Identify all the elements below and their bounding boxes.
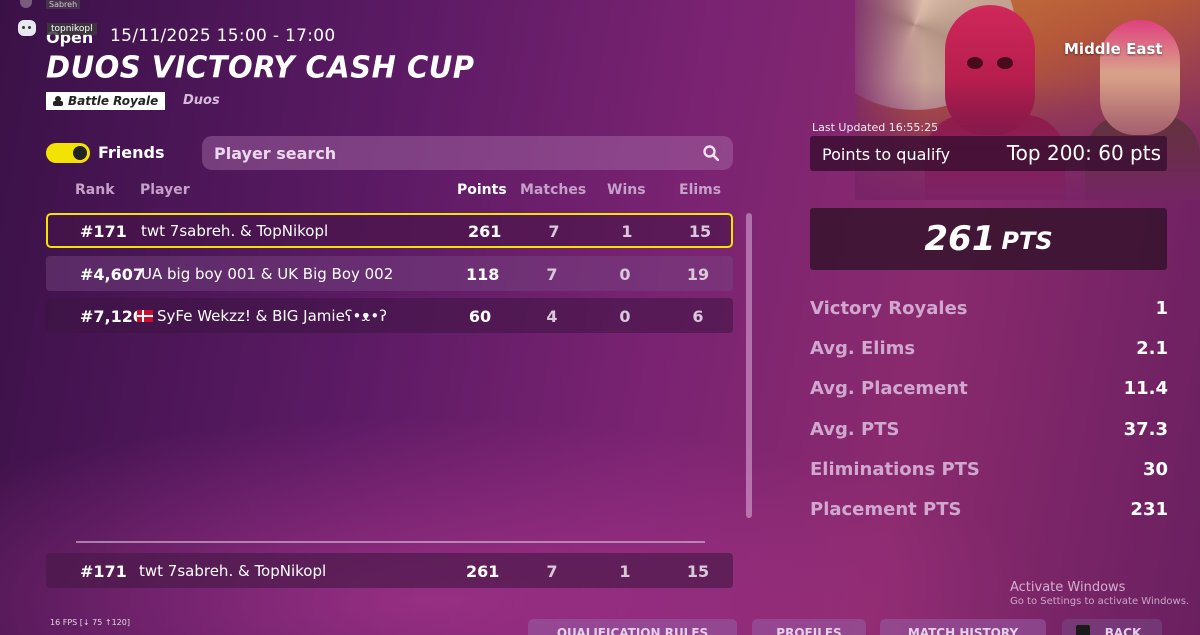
discord-icon[interactable] [18,20,36,36]
row-rank: #171 [80,222,127,241]
row-player: twt 7sabreh. & TopNikopl [141,222,329,240]
column-points: Points [457,182,507,198]
row-player: UA big boy 001 & UK Big Boy 002 [141,265,394,283]
stat-label: Placement PTS [810,499,962,520]
back-button[interactable]: BACK [1062,619,1162,635]
row-elims: 6 [692,307,704,326]
esc-key-icon [1076,625,1090,635]
search-placeholder: Player search [214,143,337,163]
my-row-wins: 1 [619,562,631,581]
row-wins: 0 [619,307,631,326]
overlay-avatar-icon [20,0,32,8]
discord-tooltip: topnikopl [47,23,97,35]
fps-counter: 16 FPS [↓ 75 ↑120] [50,618,130,627]
stat-label: Eliminations PTS [810,459,980,480]
row-matches: 4 [546,307,558,326]
stat-label: Avg. Placement [810,378,968,399]
my-row-rank: #171 [80,562,127,581]
stat-value: 231 [1130,499,1168,520]
denmark-flag-icon [137,310,153,322]
total-points-box: 261 PTS [810,208,1167,270]
event-title: DUOS VICTORY CASH CUP [46,49,475,85]
row-elims: 19 [686,265,710,284]
qualify-box: Points to qualify Top 200: 60 pts [810,136,1167,171]
row-matches: 7 [548,222,560,241]
column-rank: Rank [75,182,115,198]
leaderboard-row-highlighted[interactable]: #171 twt 7sabreh. & TopNikopl 261 7 1 15 [46,213,733,248]
leaderboard-row[interactable]: #7,120 SyFe Wekzz! & BIG Jamieʕ•ᴥ•ʔ 60 4… [46,298,733,333]
friends-toggle[interactable] [46,143,90,163]
stat-label: Victory Royales [810,298,968,319]
stat-value: 11.4 [1123,378,1168,399]
row-points: 261 [468,222,502,241]
my-row-elims: 15 [686,562,710,581]
row-matches: 7 [546,265,558,284]
qualify-label: Points to qualify [822,145,951,164]
stat-label: Avg. PTS [810,419,900,440]
mode-label: Battle Royale [68,94,159,108]
my-team-row[interactable]: #171 twt 7sabreh. & TopNikopl 261 7 1 15 [46,553,733,588]
row-wins: 0 [619,265,631,284]
column-matches: Matches [520,182,587,198]
windows-activation-title: Activate Windows [1010,580,1126,595]
total-points-unit: PTS [1001,227,1053,255]
divider [76,541,705,543]
stat-value: 2.1 [1136,338,1168,359]
row-points: 60 [468,307,492,326]
row-player-cell: SyFe Wekzz! & BIG Jamieʕ•ᴥ•ʔ [137,307,387,325]
stat-value: 37.3 [1123,419,1168,440]
total-points-value: 261 [924,219,996,259]
my-row-points: 261 [466,562,500,581]
windows-activation-subtitle: Go to Settings to activate Windows. [1010,596,1190,607]
row-rank: #4,607 [80,265,145,284]
stat-label: Avg. Elims [810,338,916,359]
row-player: SyFe Wekzz! & BIG Jamieʕ•ᴥ•ʔ [157,307,387,325]
profiles-button[interactable]: PROFILES [752,619,866,635]
last-updated: Last Updated 16:55:25 [812,121,939,134]
leaderboard-row[interactable]: #4,607 UA big boy 001 & UK Big Boy 002 1… [46,256,733,291]
qualify-value: Top 200: 60 pts [1006,141,1161,165]
region-label: Middle East [1064,40,1163,58]
column-elims: Elims [679,182,722,198]
overlay-user-tag: Sabreh [46,0,81,9]
qualification-rules-button[interactable]: QUALIFICATION RULES [528,619,737,635]
row-points: 118 [466,265,500,284]
team-size-label: Duos [183,93,220,108]
player-search-input[interactable]: Player search [202,136,733,170]
my-row-matches: 7 [546,562,558,581]
row-wins: 1 [621,222,633,241]
friends-label: Friends [98,143,165,162]
back-label: BACK [1104,626,1142,635]
search-icon[interactable] [703,145,719,161]
crown-icon [52,96,64,106]
column-wins: Wins [607,182,646,198]
event-datetime: 15/11/2025 15:00 - 17:00 [110,26,336,46]
leaderboard-scrollbar[interactable] [746,213,752,518]
column-player: Player [140,182,190,198]
stat-value: 1 [1155,298,1168,319]
match-history-button[interactable]: MATCH HISTORY [880,619,1046,635]
row-elims: 15 [688,222,712,241]
stat-value: 30 [1142,459,1168,480]
row-rank: #7,120 [80,307,145,326]
mode-badge: Battle Royale [46,92,166,110]
my-row-player: twt 7sabreh. & TopNikopl [139,562,327,580]
